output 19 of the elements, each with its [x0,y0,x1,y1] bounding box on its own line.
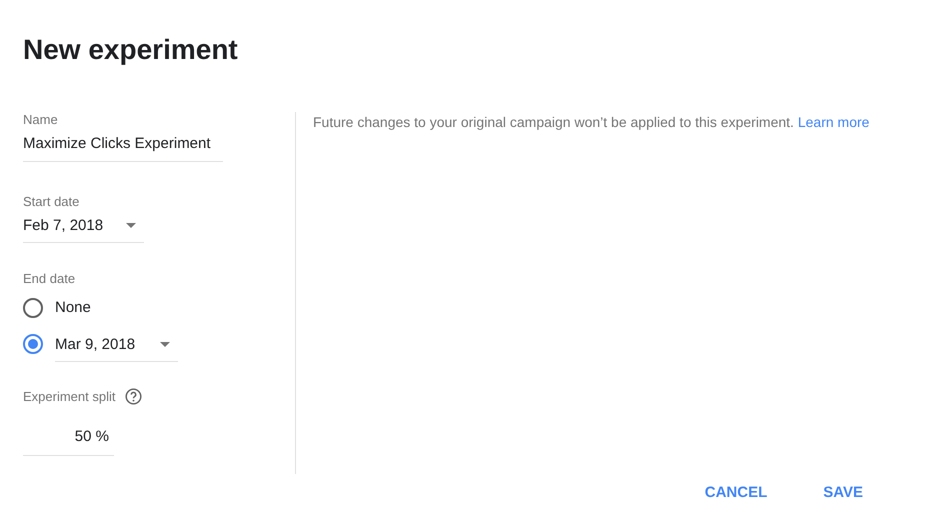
date-dropdown[interactable]: Feb 7, 2018 [23,217,144,243]
dialog-button[interactable]: SAVE [805,474,881,511]
field-label: Start date [23,194,80,209]
split-field[interactable]: 50 % [23,420,114,456]
help-icon[interactable] [125,388,142,405]
dialog-title: New experiment [23,34,238,66]
caret-icon [126,223,136,228]
caret-icon [160,342,170,347]
info-text: Future changes to your original campaign won’t be applied to this experiment. Learn more [313,114,870,130]
radio-button[interactable] [23,334,43,354]
dialog-button[interactable]: CANCEL [686,474,786,511]
date-dropdown[interactable]: Mar 9, 2018 [55,336,178,362]
learn-more-link[interactable]: Learn more [798,114,870,130]
name-field[interactable]: Maximize Clicks Experiment [23,127,223,162]
field-label: Name [23,112,58,127]
field-label: End date [23,271,76,286]
radio-button[interactable] [23,298,43,318]
radio-label: None [55,299,91,316]
field-label: Experiment split [23,389,116,404]
